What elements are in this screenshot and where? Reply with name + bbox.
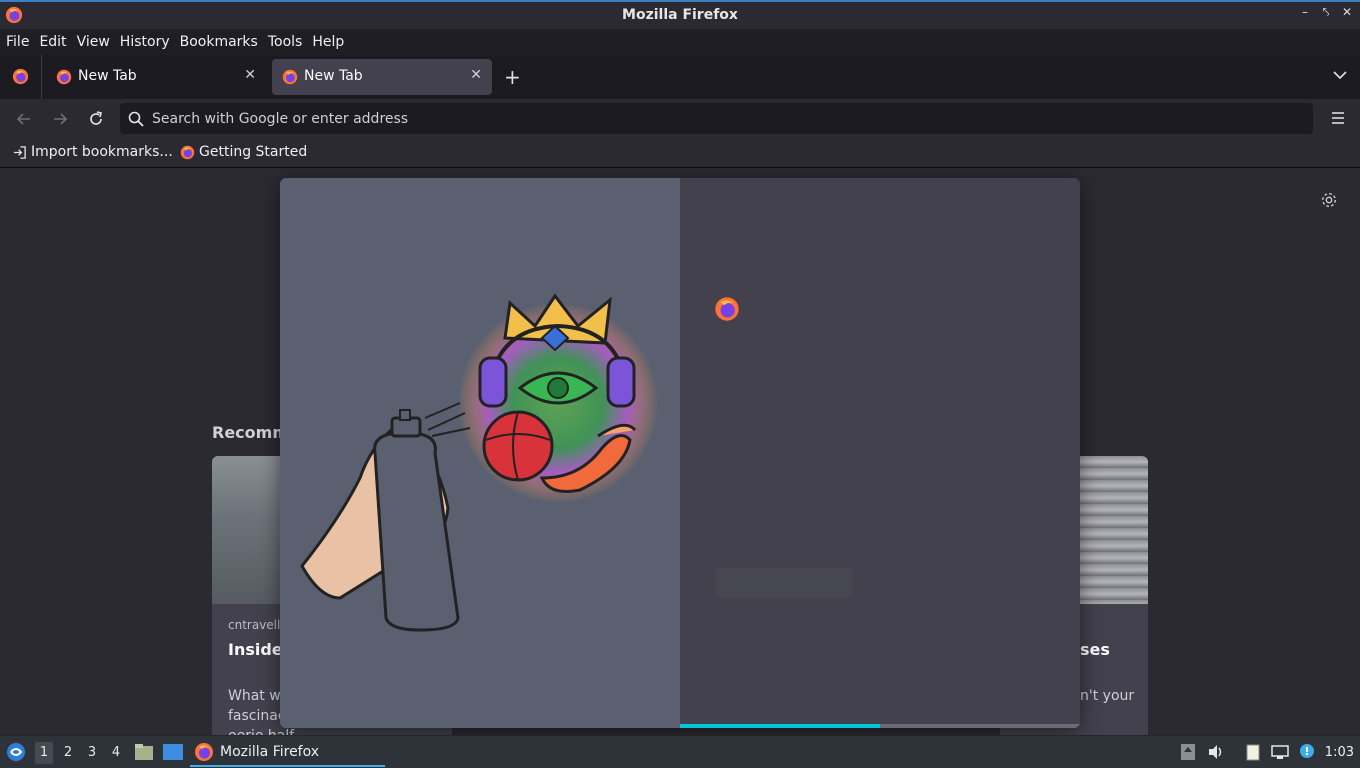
menu-file[interactable]: File	[6, 34, 29, 50]
recommended-heading: Recomm	[212, 423, 289, 442]
firefox-icon	[56, 69, 72, 85]
menu-history[interactable]: History	[120, 34, 170, 50]
window-titlebar: Mozilla Firefox – ⤣ ✕	[0, 0, 1360, 29]
firefox-icon	[282, 69, 298, 85]
file-manager-icon[interactable]	[134, 743, 154, 761]
tab-new-tab-2[interactable]: New Tab ✕	[272, 59, 492, 95]
forward-button[interactable]	[50, 109, 70, 129]
onboarding-content-panel	[680, 178, 1080, 728]
spray-paint-illustration	[300, 293, 658, 632]
bookmark-label: Import bookmarks...	[31, 144, 173, 160]
desktop-icon[interactable]	[162, 743, 184, 761]
story-description-tail: n't your	[1080, 688, 1135, 704]
navigation-toolbar	[0, 99, 1360, 139]
tab-bar: New Tab ✕ New Tab ✕ +	[0, 55, 1360, 99]
firefox-icon	[180, 145, 195, 159]
bookmarks-toolbar: Import bookmarks... Getting Started	[0, 139, 1360, 168]
bookmark-label: Getting Started	[199, 144, 308, 160]
reload-button[interactable]	[86, 109, 106, 129]
search-icon	[128, 111, 144, 127]
reload-icon	[90, 111, 102, 125]
menu-bookmarks[interactable]: Bookmarks	[180, 34, 258, 50]
window-title: Mozilla Firefox	[622, 7, 738, 23]
menu-help[interactable]: Help	[312, 34, 344, 50]
notification-icon[interactable]	[1298, 743, 1316, 761]
close-tab-icon[interactable]: ✕	[470, 67, 482, 83]
back-button[interactable]	[14, 109, 34, 129]
bookmark-getting-started[interactable]: Getting Started	[180, 144, 307, 160]
menu-tools[interactable]: Tools	[268, 34, 303, 50]
taskbar-firefox-button[interactable]: Mozilla Firefox	[190, 739, 385, 767]
taskbar-clock: 1:03	[1324, 745, 1354, 760]
onboarding-illustration-panel	[280, 178, 680, 728]
workspace-2[interactable]: 2	[59, 745, 77, 760]
tab-new-tab-1[interactable]: New Tab ✕	[46, 59, 266, 95]
onboarding-progress-bar	[680, 724, 1080, 728]
network-icon[interactable]	[1271, 743, 1289, 761]
address-bar[interactable]	[120, 103, 1313, 134]
tab-label: New Tab	[78, 68, 137, 84]
firefox-icon	[195, 743, 213, 761]
bookmark-import[interactable]: Import bookmarks...	[12, 144, 173, 160]
updates-icon[interactable]	[1179, 743, 1197, 761]
maximize-icon[interactable]: ⤣	[1318, 5, 1334, 20]
firefox-logo-icon	[715, 297, 739, 321]
back-arrow-icon	[16, 113, 30, 125]
gear-icon[interactable]	[1320, 191, 1338, 209]
menu-bar: File Edit View History Bookmarks Tools H…	[0, 29, 1360, 55]
close-tab-icon[interactable]: ✕	[244, 67, 256, 83]
onboarding-progress-fill	[680, 724, 880, 728]
chevron-down-icon[interactable]	[1332, 67, 1348, 83]
workspace-1[interactable]: 1	[35, 742, 53, 764]
menu-view[interactable]: View	[77, 34, 110, 50]
story-source: cntravell	[228, 618, 281, 632]
onboarding-dialog	[280, 178, 1080, 728]
desktop-taskbar: 1 2 3 4 Mozilla Firefox 1:03	[0, 735, 1360, 768]
import-icon	[13, 145, 26, 159]
minimize-icon[interactable]: –	[1297, 5, 1313, 19]
forward-arrow-icon	[54, 113, 68, 125]
workspace-3[interactable]: 3	[83, 745, 101, 760]
workspace-4[interactable]: 4	[107, 745, 125, 760]
onboarding-primary-button[interactable]	[716, 568, 852, 598]
start-menu-icon[interactable]	[6, 742, 26, 762]
menu-edit[interactable]: Edit	[39, 34, 66, 50]
firefox-view-button[interactable]	[0, 55, 42, 99]
new-tab-plus-icon[interactable]: +	[504, 65, 521, 89]
url-input[interactable]	[152, 103, 1302, 134]
new-tab-page: Recomm cntravell Inside town c What wa u…	[0, 168, 1360, 735]
volume-icon[interactable]	[1207, 743, 1225, 761]
story-title-tail: ses	[1080, 640, 1110, 659]
hamburger-menu-icon[interactable]	[1330, 110, 1346, 126]
close-window-icon[interactable]: ✕	[1339, 5, 1355, 19]
tab-label: New Tab	[304, 68, 363, 84]
firefox-icon	[12, 68, 29, 85]
clipboard-icon[interactable]	[1244, 743, 1262, 761]
taskbar-app-label: Mozilla Firefox	[220, 744, 320, 760]
